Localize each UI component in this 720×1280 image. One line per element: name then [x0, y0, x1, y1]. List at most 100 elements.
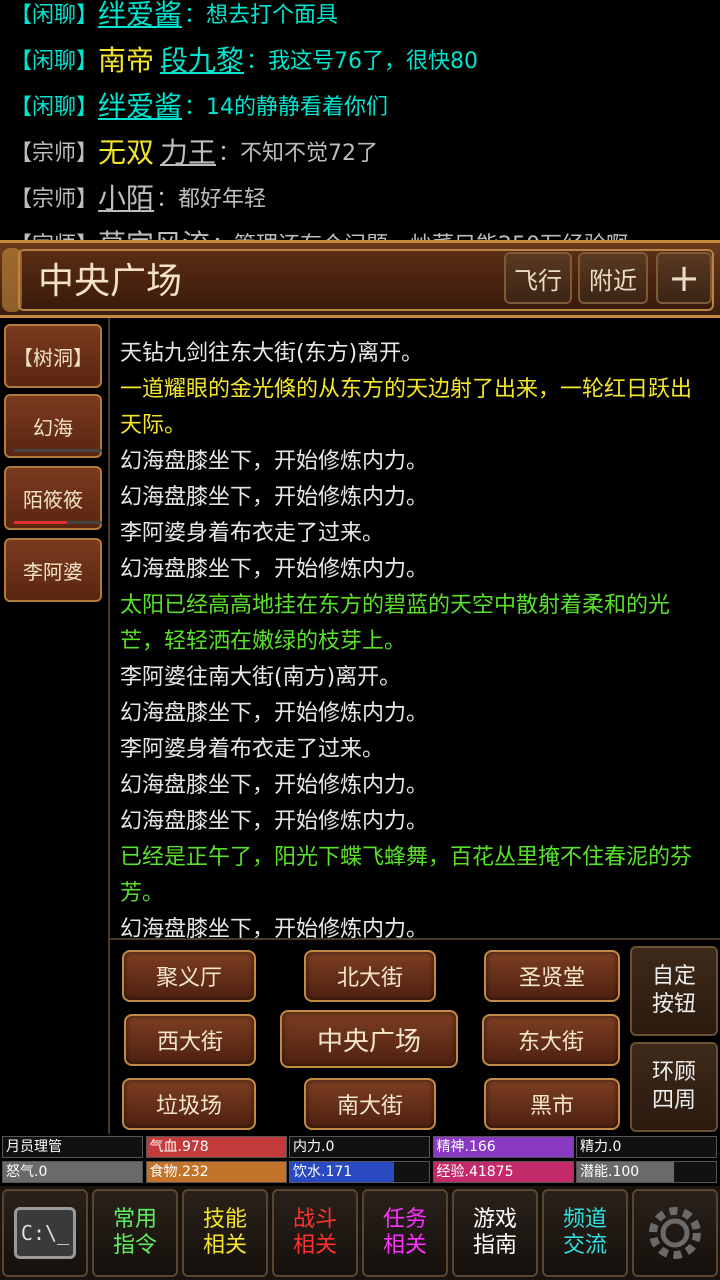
- stat-label: 食物.232: [149, 1164, 209, 1180]
- chat-message: ：我这号76了，很快80: [246, 49, 479, 74]
- chat-channel: 【宗师】: [10, 141, 99, 166]
- message-log[interactable]: 天钻九剑往东大街(东方)离开。一道耀眼的金光倏的从东方的天边射了出来，一轮红日跃…: [108, 318, 720, 942]
- chat-player-name[interactable]: 力王: [160, 131, 216, 171]
- fly-button[interactable]: 飞行: [504, 252, 572, 304]
- chat-channel: 【闲聊】: [10, 95, 99, 120]
- sidebar-npc-label: 【树洞】: [13, 345, 93, 370]
- nav-northwest-button[interactable]: 聚义厅: [122, 950, 256, 1002]
- look-around-button[interactable]: 环顾 四周: [630, 1042, 718, 1132]
- chat-player-name[interactable]: 绊爱酱: [98, 85, 182, 125]
- chat-line: 【闲聊】 南帝 段九黎 ：我这号76了，很快80: [10, 36, 478, 82]
- menu-button[interactable]: 任务 相关: [362, 1189, 448, 1277]
- stat-bar[interactable]: 食物.232: [145, 1161, 287, 1183]
- status-bars: 月员理管 气血.978 内力.0 精神.166 精力.0 怒气.0 食物.232 饮水.171…: [0, 1136, 720, 1186]
- menu-button[interactable]: 技能 相关: [182, 1189, 268, 1277]
- nav-northeast-button[interactable]: 圣贤堂: [484, 950, 620, 1002]
- log-line: 幻海盘膝坐下，开始修炼内力。: [120, 557, 429, 582]
- menu-button[interactable]: 游戏 指南: [452, 1189, 538, 1277]
- nav-southwest-button[interactable]: 垃圾场: [122, 1078, 256, 1130]
- log-line: 幻海盘膝坐下，开始修炼内力。: [120, 809, 429, 834]
- stat-bar[interactable]: 精力.0: [576, 1136, 717, 1158]
- sidebar-npc-button[interactable]: 【树洞】: [4, 324, 102, 388]
- chat-channel: 【闲聊】: [10, 49, 99, 74]
- menu-button-label: 频道 交流: [562, 1207, 607, 1258]
- sidebar-npc-label: 幻海: [33, 415, 73, 440]
- chat-message: ：14的静静看着你们: [184, 95, 389, 120]
- sidebar-hp-bar: [14, 449, 102, 452]
- sidebar-npc-button[interactable]: 李阿婆: [4, 538, 102, 602]
- settings-button[interactable]: [632, 1189, 718, 1277]
- stat-bar[interactable]: 潜能.100: [576, 1161, 717, 1183]
- console-button[interactable]: C:\_: [2, 1189, 88, 1277]
- chat-player-name[interactable]: 小陌: [98, 177, 154, 217]
- nav-center-button[interactable]: 中央广场: [280, 1010, 458, 1068]
- sidebar-npc-label: 李阿婆: [23, 559, 83, 584]
- stat-bar[interactable]: 饮水.171: [289, 1161, 430, 1183]
- console-icon: C:\_: [14, 1207, 76, 1259]
- chat-message: ：想去打个面具: [184, 3, 339, 28]
- chat-message: ：不知不觉72了: [218, 141, 379, 166]
- stat-label: 怒气.0: [6, 1164, 48, 1180]
- add-button[interactable]: +: [656, 252, 712, 304]
- nav-north-button[interactable]: 北大街: [304, 950, 436, 1002]
- chat-player-name[interactable]: 草宫风流: [98, 223, 210, 240]
- log-line: 李阿婆身着布衣走了过来。: [120, 521, 385, 546]
- chat-player-title: 无双: [98, 136, 155, 169]
- sidebar-npc-button[interactable]: 幻海: [4, 394, 102, 458]
- log-line: 天钻九剑往东大街(东方)离开。: [120, 341, 424, 366]
- stat-label: 经验.41875: [436, 1164, 514, 1180]
- log-line: 李阿婆往南大街(南方)离开。: [120, 665, 402, 690]
- chat-line: 【宗师】 小陌 ：都好年轻: [10, 174, 266, 220]
- chat-channel: 【宗师】: [10, 187, 99, 212]
- nav-west-button[interactable]: 西大街: [124, 1014, 256, 1066]
- left-ornament-icon: [2, 248, 22, 312]
- chat-line: 【闲聊】 绊爱酱 ：想去打个面具: [10, 0, 338, 36]
- nav-south-button[interactable]: 南大街: [304, 1078, 436, 1130]
- stat-bar[interactable]: 精神.166: [432, 1136, 574, 1158]
- log-line: 一道耀眼的金光倏的从东方的天边射了出来，一轮红日跃出天际。: [120, 377, 693, 438]
- stat-label: 月员理管: [6, 1139, 62, 1155]
- log-line: 太阳已经高高地挂在东方的碧蓝的天空中散射着柔和的光芒，轻轻洒在嫩绿的枝芽上。: [120, 593, 671, 654]
- menu-button[interactable]: 频道 交流: [542, 1189, 628, 1277]
- log-line: 幻海盘膝坐下，开始修炼内力。: [120, 449, 429, 474]
- sidebar-npc-button[interactable]: 陌筱筱: [4, 466, 102, 530]
- nav-southeast-button[interactable]: 黑市: [484, 1078, 620, 1130]
- chat-player-title: 南帝: [98, 44, 155, 77]
- chat-channel: 【闲聊】: [10, 3, 99, 28]
- location-title: 中央广场: [38, 261, 183, 302]
- custom-button[interactable]: 自定 按钮: [630, 946, 718, 1036]
- chat-panel[interactable]: 【闲聊】 绊爱酱 ：想去打个面具 【闲聊】 南帝 段九黎 ：我这号76了，很快80 【闲聊】绊…: [0, 0, 720, 240]
- menu-button[interactable]: 常用 指令: [92, 1189, 178, 1277]
- menu-button-label: 游戏 指南: [472, 1207, 517, 1258]
- nav-east-button[interactable]: 东大街: [482, 1014, 620, 1066]
- chat-message: ：管理还有个问题，炒菜只能250万经验啊: [212, 227, 628, 240]
- bottom-toolbar: C:\_ 常用 指令 技能 相关 战斗 相关 任务 相关 游戏 指南 频道 交流: [0, 1186, 720, 1280]
- log-line: 幻海盘膝坐下，开始修炼内力。: [120, 773, 429, 798]
- stat-bar[interactable]: 月员理管: [2, 1136, 143, 1158]
- stat-bar[interactable]: 怒气.0: [2, 1161, 143, 1183]
- stat-bar[interactable]: 内力.0: [289, 1136, 430, 1158]
- gear-icon: [649, 1207, 701, 1259]
- nearby-button[interactable]: 附近: [578, 252, 648, 304]
- stat-label: 精力.0: [580, 1139, 622, 1155]
- stat-label: 潜能.100: [580, 1164, 640, 1180]
- menu-button-label: 任务 相关: [382, 1207, 427, 1258]
- chat-line: 【闲聊】 绊爱酱 ：14的静静看着你们: [10, 82, 388, 128]
- chat-line: 【宗师】草宫风流：管理还有个问题，炒菜只能250万经验啊: [10, 220, 628, 240]
- chat-channel: 【宗师】: [10, 227, 98, 240]
- chat-player-name[interactable]: 段九黎: [160, 39, 244, 79]
- log-line: 幻海盘膝坐下，开始修炼内力。: [120, 701, 429, 726]
- menu-button[interactable]: 战斗 相关: [272, 1189, 358, 1277]
- chat-player-name[interactable]: 绊爱酱: [98, 0, 182, 33]
- menu-button-label: 技能 相关: [202, 1207, 247, 1258]
- stat-bar[interactable]: 经验.41875: [432, 1161, 574, 1183]
- direction-nav: 聚义厅 北大街 圣贤堂 西大街 中央广场 东大街 垃圾场 南大街 黑市 自定 按…: [108, 938, 720, 1134]
- menu-button-label: 战斗 相关: [292, 1207, 337, 1258]
- chat-message: ：都好年轻: [156, 187, 267, 212]
- sidebar-npc-label: 陌筱筱: [23, 487, 83, 512]
- stat-bar[interactable]: 气血.978: [145, 1136, 287, 1158]
- sidebar: 【树洞】幻海陌筱筱李阿婆: [0, 318, 108, 1134]
- chat-line: 【宗师】 无双 力王 ：不知不觉72了: [10, 128, 378, 174]
- stat-label: 精神.166: [436, 1139, 496, 1155]
- log-line: 李阿婆身着布衣走了过来。: [120, 737, 385, 762]
